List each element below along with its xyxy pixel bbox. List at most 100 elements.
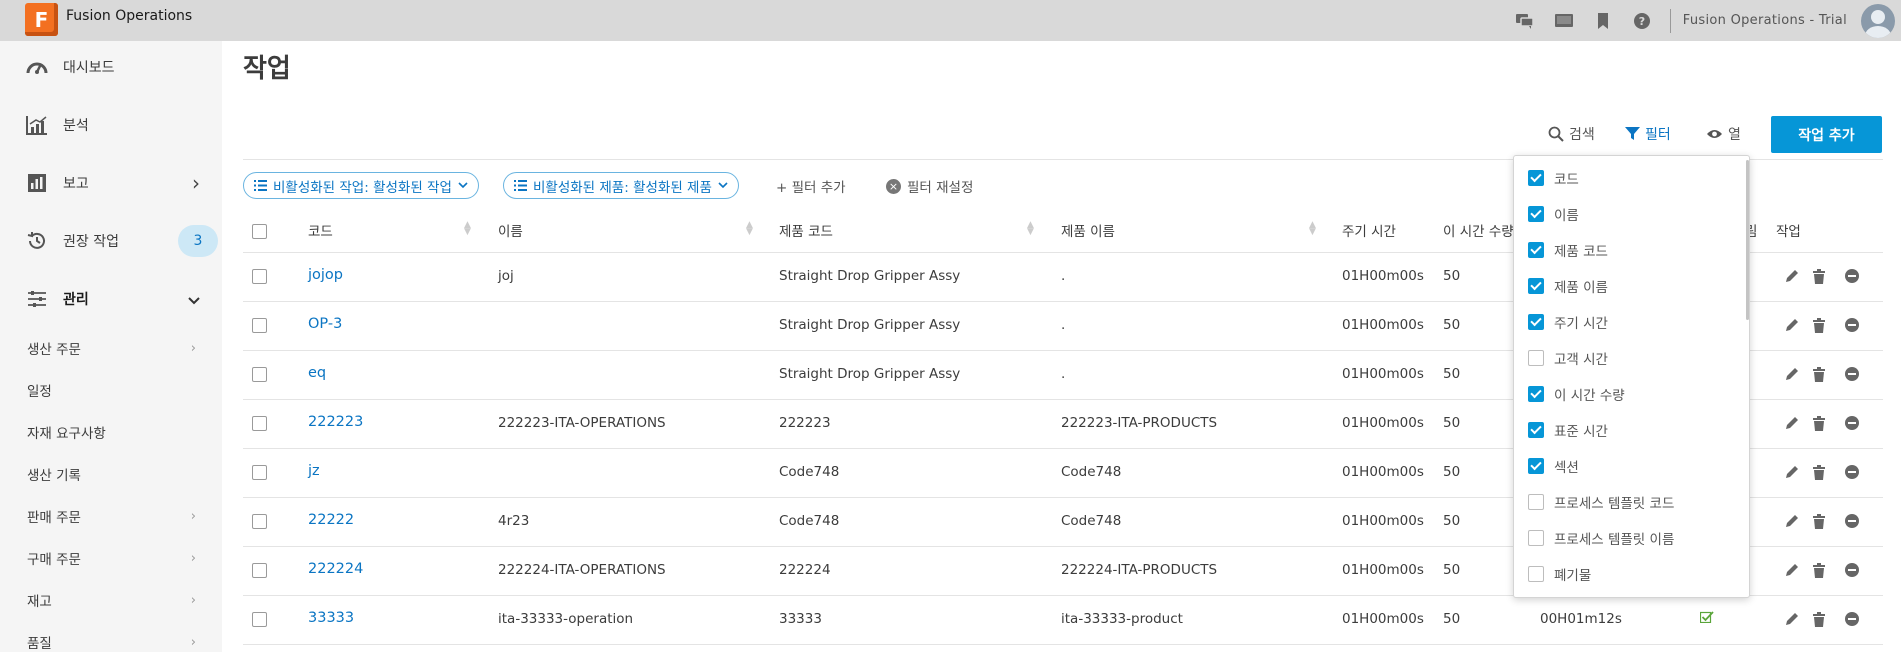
sidebar-item-management[interactable]: 관리 (0, 279, 222, 319)
operation-code-link[interactable]: eq (308, 365, 326, 381)
column-option[interactable]: 프로세스 템플릿 이름 (1528, 526, 1674, 550)
column-option-checkbox[interactable] (1528, 566, 1544, 582)
edit-icon[interactable] (1784, 612, 1799, 631)
deactivate-icon[interactable] (1845, 514, 1859, 532)
search-button[interactable]: 검색 (1548, 124, 1595, 144)
operation-code-link[interactable]: jojop (308, 267, 343, 283)
column-option-checkbox[interactable] (1528, 386, 1544, 402)
column-option-checkbox[interactable] (1528, 170, 1544, 186)
avatar[interactable] (1861, 3, 1895, 38)
operation-code-link[interactable]: 22222 (308, 512, 354, 528)
operation-code-link[interactable]: 33333 (308, 610, 354, 626)
delete-icon[interactable] (1813, 514, 1825, 533)
sidebar-subitem-purchase-orders[interactable]: 구매 주문 › (0, 542, 222, 574)
sort-icon[interactable]: ▲ ▼ (1027, 221, 1034, 237)
sidebar-item-recommended[interactable]: 권장 작업 3 (0, 221, 222, 261)
add-filter-button[interactable]: + 필터 추가 (776, 176, 846, 196)
filter-chip-inactive-products[interactable]: 비활성화된 제품: 활성화된 제품 (503, 172, 739, 199)
column-header-name[interactable]: 이름 (498, 220, 523, 240)
operation-code-link[interactable]: 222224 (308, 561, 363, 577)
delete-icon[interactable] (1813, 563, 1825, 582)
delete-icon[interactable] (1813, 318, 1825, 337)
column-option-checkbox[interactable] (1528, 278, 1544, 294)
columns-button[interactable]: 열 (1706, 124, 1741, 144)
filter-button[interactable]: 필터 (1625, 124, 1671, 144)
operation-code-link[interactable]: 222223 (308, 414, 363, 430)
column-option-checkbox[interactable] (1528, 314, 1544, 330)
edit-icon[interactable] (1784, 269, 1799, 288)
column-option[interactable]: 프로세스 템플릿 코드 (1528, 490, 1674, 514)
column-option-checkbox[interactable] (1528, 242, 1544, 258)
column-option-checkbox[interactable] (1528, 494, 1544, 510)
row-checkbox[interactable] (252, 465, 267, 480)
column-option-checkbox[interactable] (1528, 422, 1544, 438)
sort-icon[interactable]: ▲ ▼ (1309, 221, 1316, 237)
column-option-checkbox[interactable] (1528, 458, 1544, 474)
column-option[interactable]: 제품 이름 (1528, 274, 1608, 298)
add-operation-button[interactable]: 작업 추가 (1771, 116, 1882, 153)
edit-icon[interactable] (1784, 514, 1799, 533)
sidebar-item-analytics[interactable]: 분석 (0, 105, 222, 145)
edit-icon[interactable] (1784, 563, 1799, 582)
column-option-checkbox[interactable] (1528, 206, 1544, 222)
column-header-code[interactable]: 코드 (308, 220, 333, 240)
row-checkbox[interactable] (252, 367, 267, 382)
delete-icon[interactable] (1813, 416, 1825, 435)
column-option[interactable]: 제품 코드 (1528, 238, 1608, 262)
sort-icon[interactable]: ▲ ▼ (746, 221, 753, 237)
column-option[interactable]: 이 시간 수량 (1528, 382, 1625, 406)
column-option[interactable]: 주기 시간 (1528, 310, 1608, 334)
column-option[interactable]: 섹션 (1528, 454, 1579, 478)
sidebar-item-dashboard[interactable]: 대시보드 (0, 47, 222, 87)
sidebar-item-reports[interactable]: 보고 › (0, 163, 222, 203)
edit-icon[interactable] (1784, 465, 1799, 484)
app-logo[interactable]: F (25, 3, 58, 36)
sidebar-subitem-inventory[interactable]: 재고 › (0, 584, 222, 616)
row-checkbox[interactable] (252, 612, 267, 627)
sidebar-subitem-quality[interactable]: 품질 › (0, 626, 222, 652)
delete-icon[interactable] (1813, 269, 1825, 288)
operation-code-link[interactable]: jz (308, 463, 320, 479)
deactivate-icon[interactable] (1845, 563, 1859, 581)
column-option-checkbox[interactable] (1528, 350, 1544, 366)
sidebar-subitem-sales-orders[interactable]: 판매 주문 › (0, 500, 222, 532)
column-option[interactable]: 이름 (1528, 202, 1579, 226)
edit-icon[interactable] (1784, 318, 1799, 337)
help-icon[interactable]: ? (1623, 0, 1662, 41)
sort-icon[interactable]: ▲ ▼ (464, 221, 471, 237)
row-checkbox[interactable] (252, 514, 267, 529)
row-checkbox[interactable] (252, 416, 267, 431)
deactivate-icon[interactable] (1845, 465, 1859, 483)
deactivate-icon[interactable] (1845, 367, 1859, 385)
edit-icon[interactable] (1784, 367, 1799, 386)
column-header-product-code[interactable]: 제품 코드 (779, 220, 833, 240)
column-header-cycle-time[interactable]: 주기 시간 (1342, 220, 1396, 240)
chat-icon[interactable] (1506, 0, 1545, 41)
deactivate-icon[interactable] (1845, 612, 1859, 630)
deactivate-icon[interactable] (1845, 318, 1859, 336)
row-checkbox[interactable] (252, 563, 267, 578)
reset-filters-button[interactable]: × 필터 재설정 (886, 176, 973, 196)
screen-icon[interactable] (1545, 0, 1584, 41)
column-option[interactable]: 폐기물 (1528, 562, 1591, 586)
sidebar-subitem-material-requirements[interactable]: 자재 요구사항 (0, 416, 222, 448)
deactivate-icon[interactable] (1845, 416, 1859, 434)
sidebar-subitem-schedule[interactable]: 일정 (0, 374, 222, 406)
delete-icon[interactable] (1813, 612, 1825, 631)
delete-icon[interactable] (1813, 465, 1825, 484)
scrollbar[interactable] (1746, 160, 1749, 320)
bookmark-icon[interactable] (1584, 0, 1623, 41)
column-header-quantity[interactable]: 이 시간 수량 (1443, 220, 1513, 240)
column-option-checkbox[interactable] (1528, 530, 1544, 546)
edit-icon[interactable] (1784, 416, 1799, 435)
account-name[interactable]: Fusion Operations - Trial (1683, 13, 1847, 28)
operation-code-link[interactable]: OP-3 (308, 316, 342, 332)
column-option[interactable]: 고객 시간 (1528, 346, 1608, 370)
select-all-checkbox[interactable] (252, 224, 267, 239)
delete-icon[interactable] (1813, 367, 1825, 386)
row-checkbox[interactable] (252, 269, 267, 284)
sidebar-subitem-production-records[interactable]: 생산 기록 (0, 458, 222, 490)
column-option[interactable]: 코드 (1528, 166, 1579, 190)
column-option[interactable]: 표준 시간 (1528, 418, 1608, 442)
sidebar-subitem-production-orders[interactable]: 생산 주문 › (0, 332, 222, 364)
